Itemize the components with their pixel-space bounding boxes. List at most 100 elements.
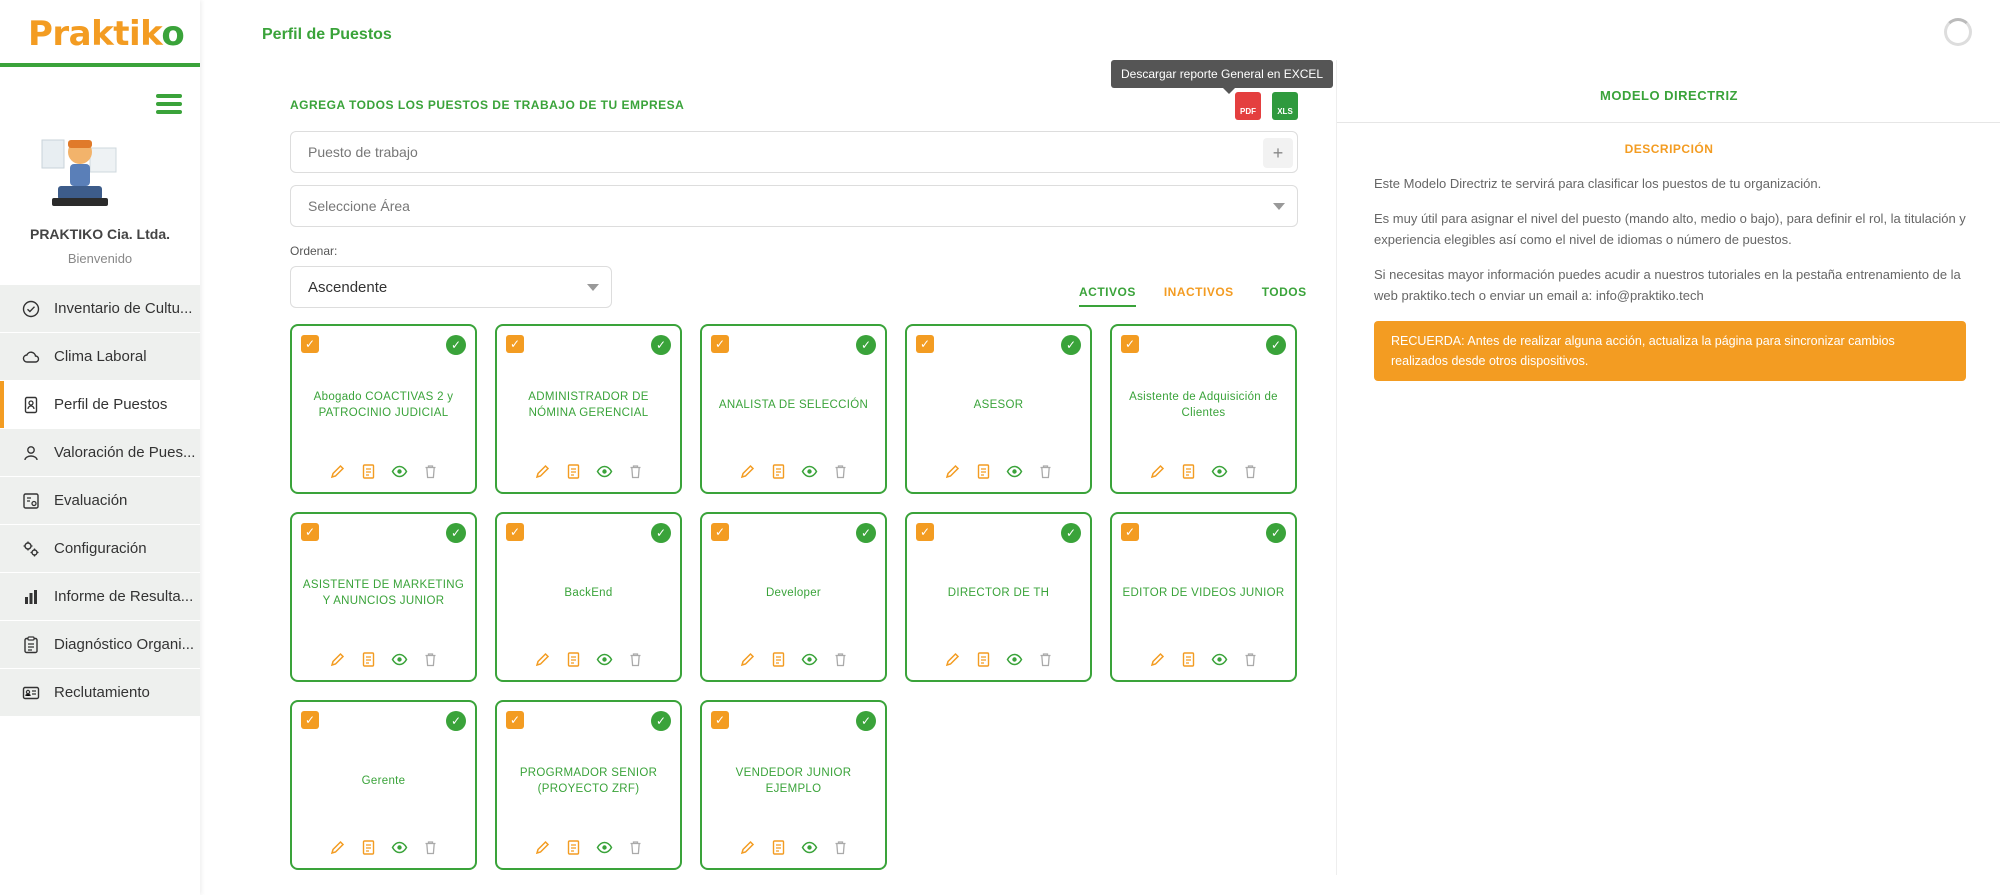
sidebar-item-configuracion[interactable]: Configuración [0, 525, 200, 572]
sidebar-item-evaluacion[interactable]: Evaluación [0, 477, 200, 524]
select-checkbox[interactable]: ✓ [1121, 335, 1139, 353]
select-checkbox[interactable]: ✓ [301, 335, 319, 353]
document-icon[interactable] [1180, 463, 1197, 480]
trash-icon[interactable] [832, 839, 849, 856]
trash-icon[interactable] [627, 839, 644, 856]
download-pdf-button[interactable]: PDF [1235, 92, 1261, 120]
select-checkbox[interactable]: ✓ [916, 335, 934, 353]
document-icon[interactable] [565, 651, 582, 668]
view-icon[interactable] [391, 463, 408, 480]
view-icon[interactable] [1006, 651, 1023, 668]
job-title: ADMINISTRADOR DE NÓMINA GERENCIAL [528, 391, 649, 419]
trash-icon[interactable] [627, 463, 644, 480]
document-icon[interactable] [565, 463, 582, 480]
sidebar-item-inventario[interactable]: Inventario de Cultu... [0, 285, 200, 332]
document-icon[interactable] [770, 839, 787, 856]
document-icon[interactable] [975, 463, 992, 480]
select-checkbox[interactable]: ✓ [506, 711, 524, 729]
document-icon[interactable] [975, 651, 992, 668]
select-checkbox[interactable]: ✓ [711, 523, 729, 541]
tab-activos[interactable]: ACTIVOS [1079, 285, 1136, 307]
sidebar-item-reclutamiento[interactable]: Reclutamiento [0, 669, 200, 716]
job-card[interactable]: ✓ ✓ Developer [700, 512, 887, 682]
view-icon[interactable] [596, 651, 613, 668]
edit-icon[interactable] [534, 463, 551, 480]
document-icon[interactable] [565, 839, 582, 856]
sidebar-item-informe[interactable]: Informe de Resulta... [0, 573, 200, 620]
trash-icon[interactable] [627, 651, 644, 668]
sidebar-item-perfil[interactable]: Perfil de Puestos [0, 381, 200, 428]
trash-icon[interactable] [1037, 463, 1054, 480]
view-icon[interactable] [801, 651, 818, 668]
sidebar-item-valoracion[interactable]: Valoración de Pues... [0, 429, 200, 476]
job-card[interactable]: ✓ ✓ BackEnd [495, 512, 682, 682]
trash-icon[interactable] [422, 839, 439, 856]
job-title-input[interactable]: Puesto de trabajo + [290, 131, 1298, 173]
logo[interactable]: Praktiko [0, 0, 200, 67]
select-checkbox[interactable]: ✓ [711, 711, 729, 729]
trash-icon[interactable] [832, 463, 849, 480]
trash-icon[interactable] [422, 463, 439, 480]
view-icon[interactable] [1211, 463, 1228, 480]
trash-icon[interactable] [1242, 463, 1259, 480]
document-icon[interactable] [360, 839, 377, 856]
edit-icon[interactable] [944, 651, 961, 668]
view-icon[interactable] [801, 463, 818, 480]
view-icon[interactable] [1211, 651, 1228, 668]
select-checkbox[interactable]: ✓ [916, 523, 934, 541]
sidebar-item-diagnostico[interactable]: Diagnóstico Organi... [0, 621, 200, 668]
document-icon[interactable] [360, 651, 377, 668]
job-card[interactable]: ✓ ✓ DIRECTOR DE TH [905, 512, 1092, 682]
edit-icon[interactable] [739, 463, 756, 480]
trash-icon[interactable] [1037, 651, 1054, 668]
edit-icon[interactable] [739, 839, 756, 856]
area-select[interactable]: Seleccione Área [290, 185, 1298, 227]
document-icon[interactable] [770, 651, 787, 668]
sidebar-item-clima[interactable]: Clima Laboral [0, 333, 200, 380]
trash-icon[interactable] [422, 651, 439, 668]
view-icon[interactable] [801, 839, 818, 856]
document-icon[interactable] [360, 463, 377, 480]
edit-icon[interactable] [739, 651, 756, 668]
view-icon[interactable] [391, 651, 408, 668]
job-card[interactable]: ✓ ✓ ANALISTA DE SELECCIÓN [700, 324, 887, 494]
avatar [41, 139, 117, 206]
job-card[interactable]: ✓ ✓ VENDEDOR JUNIOR EJEMPLO [700, 700, 887, 870]
trash-icon[interactable] [1242, 651, 1259, 668]
edit-icon[interactable] [329, 651, 346, 668]
order-select[interactable]: Ascendente [290, 266, 612, 308]
job-card[interactable]: ✓ ✓ EDITOR DE VIDEOS JUNIOR [1110, 512, 1297, 682]
document-icon[interactable] [770, 463, 787, 480]
edit-icon[interactable] [1149, 651, 1166, 668]
select-checkbox[interactable]: ✓ [1121, 523, 1139, 541]
add-job-button[interactable]: + [1263, 138, 1293, 168]
job-card[interactable]: ✓ ✓ Asistente de Adquisición de Clientes [1110, 324, 1297, 494]
view-icon[interactable] [596, 463, 613, 480]
job-card[interactable]: ✓ ✓ PROGRMADOR SENIOR (PROYECTO ZRF) [495, 700, 682, 870]
view-icon[interactable] [1006, 463, 1023, 480]
edit-icon[interactable] [329, 839, 346, 856]
select-checkbox[interactable]: ✓ [506, 335, 524, 353]
job-card[interactable]: ✓ ✓ ASISTENTE DE MARKETING Y ANUNCIOS JUNI… [290, 512, 477, 682]
select-checkbox[interactable]: ✓ [506, 523, 524, 541]
select-checkbox[interactable]: ✓ [711, 335, 729, 353]
edit-icon[interactable] [329, 463, 346, 480]
job-card[interactable]: ✓ ✓ Gerente [290, 700, 477, 870]
edit-icon[interactable] [534, 651, 551, 668]
job-card[interactable]: ✓ ✓ ADMINISTRADOR DE NÓMINA GERENCIAL [495, 324, 682, 494]
edit-icon[interactable] [534, 839, 551, 856]
tab-inactivos[interactable]: INACTIVOS [1164, 285, 1234, 307]
hamburger-menu-icon[interactable] [156, 94, 182, 114]
select-checkbox[interactable]: ✓ [301, 711, 319, 729]
select-checkbox[interactable]: ✓ [301, 523, 319, 541]
edit-icon[interactable] [1149, 463, 1166, 480]
document-icon[interactable] [1180, 651, 1197, 668]
job-card[interactable]: ✓ ✓ Abogado COACTIVAS 2 y PATROCINIO JUDIC… [290, 324, 477, 494]
tab-todos[interactable]: TODOS [1262, 285, 1307, 307]
view-icon[interactable] [596, 839, 613, 856]
trash-icon[interactable] [832, 651, 849, 668]
edit-icon[interactable] [944, 463, 961, 480]
job-card[interactable]: ✓ ✓ ASESOR [905, 324, 1092, 494]
view-icon[interactable] [391, 839, 408, 856]
download-excel-button[interactable]: XLS [1272, 92, 1298, 120]
